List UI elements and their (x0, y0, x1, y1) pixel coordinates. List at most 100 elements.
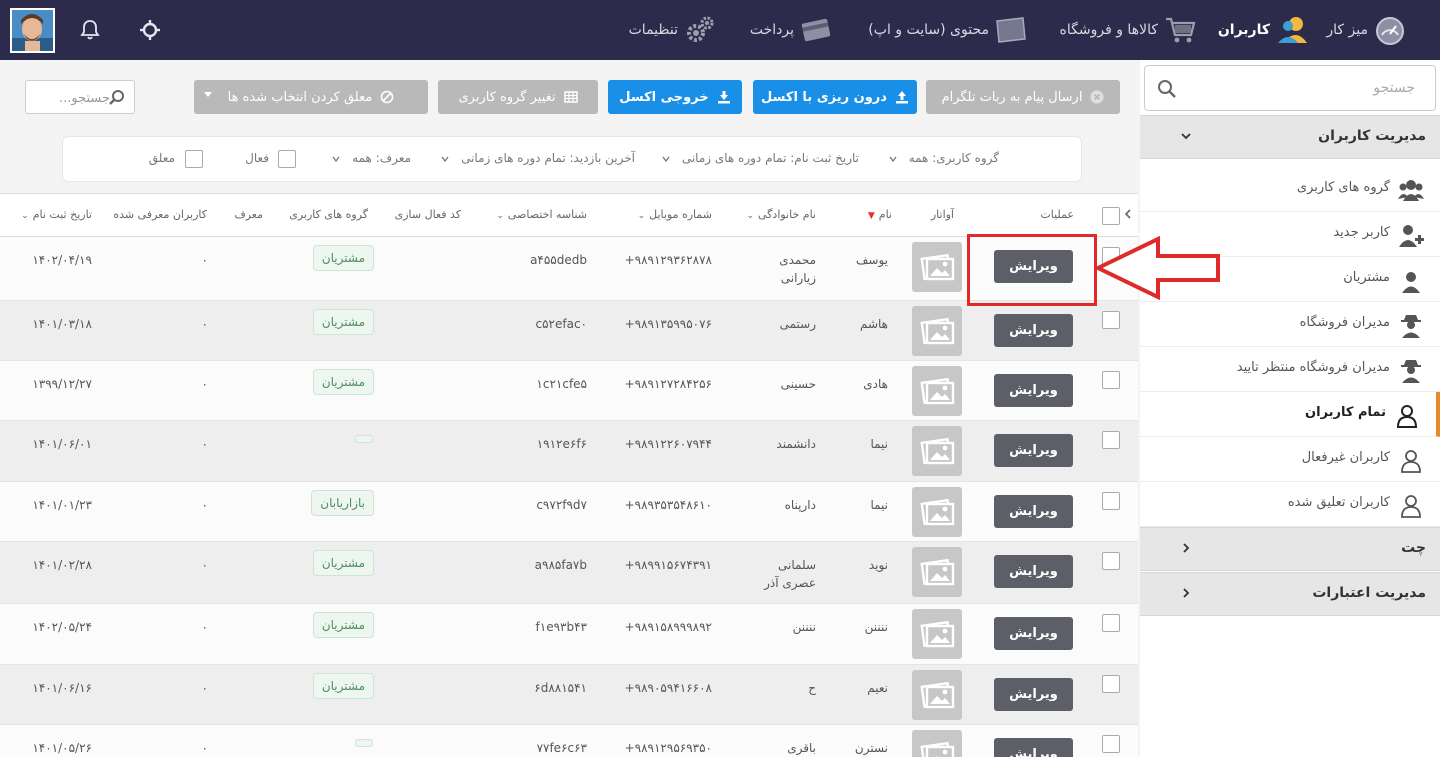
filter-user-group[interactable]: گروه کاربری: همه (889, 151, 999, 165)
search-icon[interactable] (108, 89, 126, 107)
filter-last-visit[interactable]: آخرین بازدید: تمام دوره های زمانی (441, 151, 635, 165)
table-row[interactable]: ویرایش نیما دارپناه +۹۸۹۳۵۳۵۴۸۶۱۰ c۹۷۲f۹d۷ با… (0, 482, 1138, 542)
ban-icon (381, 90, 394, 104)
upload-icon (895, 91, 908, 104)
user-secret-icon (1401, 360, 1421, 383)
profile-avatar[interactable] (10, 8, 55, 53)
section-chat[interactable]: چت (1140, 527, 1440, 571)
header-private-id[interactable]: شناسه اختصاصی⌄ (496, 208, 587, 221)
cell-first-name: هادی (863, 377, 888, 391)
section-credit-management[interactable]: مدیریت اعتبارات (1140, 572, 1440, 616)
nav-label: میز کار (1326, 22, 1368, 38)
nav-content[interactable]: محتوی (سایت و اپ) (868, 12, 1027, 48)
nav-label: کاربران (1217, 22, 1270, 38)
sidebar-item-user-groups[interactable]: گروه های کاربری (1140, 167, 1440, 212)
table-row[interactable]: ویرایش نوید سلمانی عصری آذر +۹۸۹۹۱۵۶۷۴۳۹۱ a۹… (0, 542, 1138, 604)
section-label: مدیریت کاربران (1318, 128, 1426, 144)
user-outline-icon (1401, 495, 1421, 518)
nav-users[interactable]: کاربران (1218, 12, 1308, 48)
header-label: شناسه اختصاصی (507, 208, 587, 221)
cell-referred-users: ۰ (201, 253, 208, 267)
bell-icon[interactable] (78, 18, 102, 42)
cell-mobile: +۹۸۹۱۲۹۳۶۲۸۷۸ (624, 253, 712, 267)
telegram-message-button[interactable]: ارسال پیام به ربات تلگرام (926, 80, 1120, 114)
filter-suspended-checkbox[interactable] (185, 150, 203, 168)
row-checkbox[interactable] (1102, 552, 1120, 570)
header-user-groups: گروه های کاربری (289, 208, 368, 221)
chevron-left-icon[interactable] (1119, 205, 1137, 223)
nav-dashboard[interactable]: میز کار (1326, 12, 1406, 48)
select-all-checkbox[interactable] (1102, 207, 1120, 225)
row-checkbox[interactable] (1102, 371, 1120, 389)
nav-products-store[interactable]: کالاها و فروشگاه (1060, 12, 1196, 48)
cell-register-date: ۱۴۰۱/۰۶/۱۶ (32, 681, 92, 695)
cell-referred-users: ۰ (201, 558, 208, 572)
filter-referrer[interactable]: معرف: همه (332, 151, 411, 165)
dropdown-caret-icon[interactable] (204, 92, 212, 97)
change-user-group-button[interactable]: تغییر گروه کاربری (438, 80, 598, 114)
filter-active-checkbox[interactable] (278, 150, 296, 168)
table-search-input[interactable] (32, 85, 110, 111)
nav-settings[interactable]: تنظیمات (629, 12, 716, 48)
chevron-down-icon (1181, 133, 1191, 140)
cell-first-name: نسترن (854, 741, 888, 755)
close-circle-icon (1090, 90, 1104, 104)
edit-button[interactable]: ویرایش (994, 374, 1073, 407)
sidebar-item-pending-managers[interactable]: مدیران فروشگاه منتظر تایید (1140, 347, 1440, 392)
edit-button[interactable]: ویرایش (994, 678, 1073, 711)
edit-button[interactable]: ویرایش (994, 434, 1073, 467)
sidebar-item-all-users[interactable]: تمام کاربران (1140, 392, 1440, 437)
cell-private-id: ۶d۸۸۱۵۴۱ (534, 681, 587, 695)
edit-button[interactable]: ویرایش (994, 738, 1073, 757)
credit-card-icon (801, 18, 831, 42)
filter-label: معرف: همه (352, 151, 411, 165)
table-row[interactable]: ویرایش هادی حسینی +۹۸۹۱۲۷۲۸۴۲۵۶ ۱c۲۱cfe۵ مشتر… (0, 361, 1138, 421)
suspend-selected-button[interactable]: معلق کردن انتخاب شده ها (194, 80, 428, 114)
edit-button[interactable]: ویرایش (994, 495, 1073, 528)
edit-button[interactable]: ویرایش (994, 314, 1073, 347)
header-mobile[interactable]: شماره موبایل⌄ (638, 208, 712, 221)
row-checkbox[interactable] (1102, 492, 1120, 510)
nav-payment[interactable]: پرداخت (750, 12, 832, 48)
cell-last-name: باقری (787, 741, 816, 755)
header-operations: عملیات (1040, 208, 1074, 221)
search-icon[interactable] (1157, 79, 1177, 99)
cart-icon (1166, 17, 1196, 43)
table-row[interactable]: ویرایش نعیم ح +۹۸۹۰۵۹۴۱۶۶۰۸ ۶d۸۸۱۵۴۱ مشتریان ۰… (0, 665, 1138, 725)
table-row[interactable]: ویرایش نسترن باقری +۹۸۹۱۲۹۵۶۹۳۵۰ ۷۷fe۶c۶۳ ۰ ۱۴… (0, 725, 1138, 757)
row-checkbox[interactable] (1102, 735, 1120, 753)
header-register-date[interactable]: تاریخ ثبت نام⌄ (21, 208, 92, 221)
table-row[interactable]: ویرایش هاشم رستمی +۹۸۹۱۳۵۹۹۵۰۷۶ c۵۲efac۰ مشتر… (0, 301, 1138, 361)
edit-button[interactable]: ویرایش (994, 617, 1073, 650)
header-first-name[interactable]: نام▼ (868, 208, 892, 221)
export-excel-button[interactable]: خروجی اکسل (608, 80, 742, 114)
cell-mobile: +۹۸۹۳۵۳۵۴۸۶۱۰ (624, 498, 712, 512)
row-checkbox[interactable] (1102, 311, 1120, 329)
sidebar-search-input[interactable] (1185, 72, 1415, 104)
table-row[interactable]: ویرایش ننننن ننننن +۹۸۹۱۵۸۹۹۹۸۹۲ f۱e۹۳b۴۳ مشت… (0, 604, 1138, 665)
crosshair-icon[interactable] (138, 18, 162, 42)
row-checkbox[interactable] (1102, 675, 1120, 693)
row-checkbox[interactable] (1102, 431, 1120, 449)
sidebar-item-store-managers[interactable]: مدیران فروشگاه (1140, 302, 1440, 347)
edit-button[interactable]: ویرایش (994, 555, 1073, 588)
filter-suspended-label: معلق (148, 151, 175, 165)
user-group-badge: بازاریابان (311, 490, 374, 516)
nav-label: کالاها و فروشگاه (1059, 22, 1158, 38)
sidebar-item-suspended-users[interactable]: کاربران تعلیق شده (1140, 482, 1440, 527)
user-group-badge: مشتریان (312, 550, 374, 576)
header-referrer: معرف (234, 208, 263, 221)
header-last-name[interactable]: نام خانوادگی⌄ (746, 208, 816, 221)
cell-first-name: نعیم (867, 681, 888, 695)
table-search (25, 80, 135, 114)
section-user-management[interactable]: مدیریت کاربران (1140, 115, 1440, 159)
table-row[interactable]: ویرایش نیما دانشمند +۹۸۹۱۲۲۶۰۷۹۴۴ ۱۹۱۲e۶f۶ ۰ ۱… (0, 421, 1138, 482)
user-group-badge: مشتریان (312, 369, 374, 395)
filter-register-date[interactable]: تاریخ ثبت نام: تمام دوره های زمانی (662, 151, 859, 165)
row-checkbox[interactable] (1102, 614, 1120, 632)
cell-mobile: +۹۸۹۱۲۲۶۰۷۹۴۴ (624, 437, 712, 451)
sidebar-item-inactive-users[interactable]: کاربران غیرفعال (1140, 437, 1440, 482)
import-excel-button[interactable]: درون ریزی با اکسل (753, 80, 917, 114)
cell-last-name: دانشمند (776, 437, 816, 451)
cell-referred-users: ۰ (201, 377, 208, 391)
